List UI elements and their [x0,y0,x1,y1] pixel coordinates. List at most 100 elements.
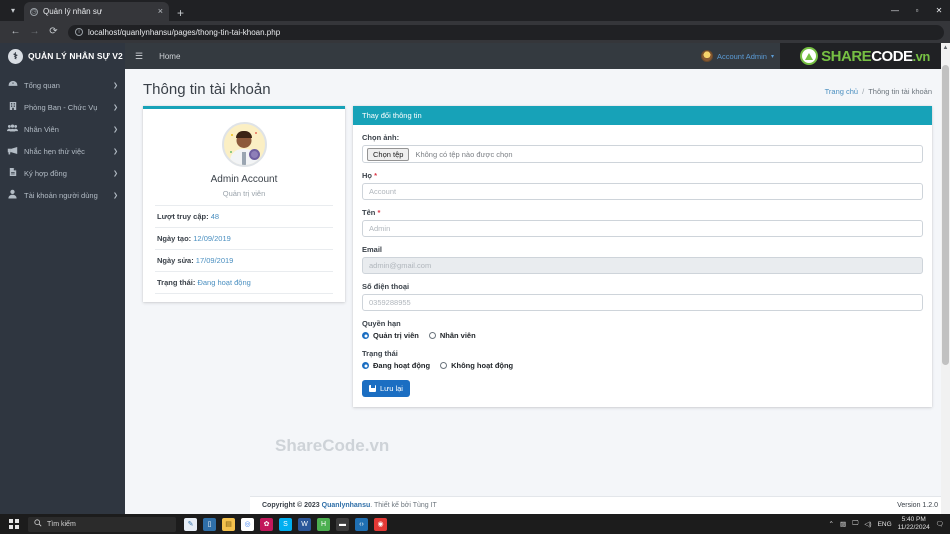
sidebar-item-label: Tài khoản người dùng [24,190,98,200]
email-field-label: Email [362,245,383,254]
notification-icon[interactable]: 🗨 [936,520,944,528]
avatar-wrapper [155,122,333,167]
language-indicator[interactable]: ENG [878,521,892,528]
window-close-button[interactable]: ✕ [928,6,950,15]
save-button[interactable]: Lưu lại [362,380,410,397]
chevron-right-icon: ❯ [112,82,118,89]
stat-value: 17/09/2019 [195,256,234,265]
chrome-icon[interactable]: ◎ [241,517,254,531]
start-button[interactable] [0,519,28,529]
word-icon[interactable]: W [298,517,311,531]
page-footer: Copyright © 2023 Quanlynhansu. Thiết kế … [250,496,950,514]
radio-dang-hoat-dong[interactable] [362,362,369,369]
card-body: Chọn ảnh: Chọn tệp Không có tệp nào được… [353,125,932,407]
sharecode-banner: SHARECODE.vn [780,43,950,69]
file-explorer-icon[interactable]: ▤ [222,517,235,531]
info-icon: i [75,28,83,36]
status-badge: Đang hoạt động [197,278,251,287]
footer-version: Version 1.2.0 [897,502,938,509]
role-radio-group: Quản trị viên Nhân viên [362,331,923,340]
footer-credit: . Thiết kế bởi Tùng IT [370,502,437,509]
clock-icon: ◷ [30,7,38,16]
skype-icon[interactable]: S [279,517,292,531]
tray-chevron-icon[interactable]: ⌃ [829,520,834,528]
reload-icon[interactable]: ⟳ [44,27,63,37]
stat-value: 48 [210,212,220,221]
user-menu[interactable]: Account Admin ▾ [700,43,774,69]
taskbar-search[interactable]: Tìm kiếm [28,516,176,532]
sidebar-item-tong-quan[interactable]: Tổng quan ❯ [0,74,125,96]
chevron-down-icon: ▾ [770,53,774,60]
breadcrumb-separator: / [862,87,865,96]
photo-file-input[interactable]: Chọn tệp Không có tệp nào được chọn [362,145,923,163]
stat-label: Lượt truy cập: [157,212,209,221]
nav-link-home[interactable]: Home [159,52,180,61]
status-group-label: Trạng thái [362,349,398,358]
sidebar-item-phong-ban-chuc-vu[interactable]: Phòng Ban - Chức Vụ ❯ [0,96,125,118]
network-tray-icon[interactable]: 🖵 [852,520,858,528]
antivirus-tray-icon[interactable]: ▨ [840,520,846,528]
notepad-app-icon[interactable]: ✎ [184,517,197,531]
taskbar-app-icons: ✎ ▯ ▤ ◎ ✿ S W H ▬ ‹› ◉ [184,517,387,531]
radio-nhan-vien[interactable] [428,332,436,339]
radio-quan-tri-vien[interactable] [362,332,369,339]
backpack-app-icon[interactable]: ▯ [203,517,216,531]
sharecode-logo-icon [800,47,819,65]
file-status-text: Không có tệp nào được chọn [415,149,513,159]
user-name-label: Account Admin [716,51,767,61]
radio-label: Không hoạt động [451,361,514,370]
edit-info-card: Thay đổi thông tin Chọn ảnh: Chọn tệp Kh… [353,106,932,407]
scrollbar-thumb[interactable] [942,65,949,365]
hamburger-icon[interactable]: ☰ [135,51,143,62]
footer-copyright: Copyright © 2023 Quanlynhansu. Thiết kế … [262,502,437,509]
recorder-icon[interactable]: ◉ [374,517,387,531]
sidebar-item-label: Nhân Viên [24,124,59,134]
app-brand[interactable]: ⚕ QUẢN LÝ NHÂN SỰ V2 [0,43,125,69]
sidebar-item-nhac-hen-thu-viec[interactable]: Nhắc hẹn thử việc ❯ [0,140,125,162]
bullhorn-icon [7,146,18,157]
sidebar-item-nhan-vien[interactable]: Nhân Viên ❯ [0,118,125,140]
maximize-button[interactable]: ▫ [906,6,928,15]
breadcrumb-current: Thông tin tài khoản [868,87,932,96]
close-icon[interactable]: × [158,7,163,16]
address-bar[interactable]: i localhost/quanlynhansu/pages/thong-tin… [68,24,944,40]
sharecode-code-text: CODE [871,47,913,65]
breadcrumb-home[interactable]: Trang chủ [825,87,859,96]
page-scrollbar[interactable]: ▲ [941,43,950,514]
chevron-right-icon: ❯ [112,126,118,133]
sidebar-item-tai-khoan-nguoi-dung[interactable]: Tài khoản người dùng ❯ [0,184,125,206]
new-tab-button[interactable]: + [169,7,192,19]
lastname-input[interactable]: Account [362,183,923,200]
terminal-icon[interactable]: ▬ [336,517,349,531]
browser-tab[interactable]: ◷ Quản lý nhân sự × [24,2,169,21]
avatar [700,50,713,62]
content-header: Thông tin tài khoản Trang chủ / Thông ti… [125,69,950,106]
heidisql-icon[interactable]: H [317,517,330,531]
sidebar-item-label: Nhắc hẹn thử việc [24,146,85,156]
radio-khong-hoat-dong[interactable] [440,362,448,369]
tab-search-icon[interactable]: ▾ [2,2,24,19]
brand-text: QUẢN LÝ NHÂN SỰ V2 [28,51,123,61]
volume-tray-icon[interactable]: ◁) [864,520,871,528]
save-icon [369,385,376,392]
list-item: Ngày sửa: 17/09/2019 [155,250,333,272]
browser-window: ▾ ◷ Quản lý nhân sự × + — ▫ ✕ ← → ⟳ i lo… [0,0,950,534]
minimize-button[interactable]: — [884,6,906,15]
phone-input[interactable]: 0359288955 [362,294,923,311]
windows-icon [9,519,19,529]
forward-icon[interactable]: → [25,27,44,37]
email-field[interactable]: admin@gmail.com [362,257,923,274]
choose-file-button[interactable]: Chọn tệp [367,147,410,161]
profile-stats-list: Lượt truy cập: 48 Ngày tạo: 12/09/2019 N… [155,205,333,294]
firstname-label-text: Tên [362,208,376,217]
footer-brand-link[interactable]: Quanlynhansu [322,502,371,509]
scroll-up-arrow[interactable]: ▲ [941,43,950,53]
settings-app-icon[interactable]: ✿ [260,517,273,531]
firstname-input[interactable]: Admin [362,220,923,237]
vscode-icon[interactable]: ‹› [355,517,368,531]
back-icon[interactable]: ← [6,27,25,37]
sidebar-item-ky-hop-dong[interactable]: Ký hợp đồng ❯ [0,162,125,184]
clock[interactable]: 5:40 PM 11/22/2024 [898,516,930,532]
stat-label: Ngày sửa: [157,256,194,265]
phone-field-label: Số điện thoại [362,282,410,291]
